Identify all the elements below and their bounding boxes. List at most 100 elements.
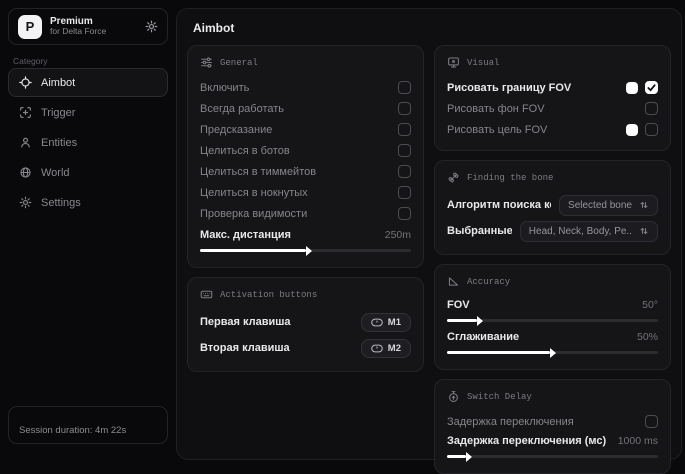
check-icon — [647, 83, 656, 92]
sidebar-item-label: Entities — [41, 137, 77, 149]
panel-general: General Включить Всегда работать Предска… — [187, 45, 424, 268]
sidebar: P Premium for Delta Force Category — [0, 0, 176, 449]
toggle-row-prediction: Предсказание — [200, 119, 411, 140]
draw-fov-border-row: Рисовать границу FOV — [447, 77, 658, 98]
panel-visual: Visual Рисовать границу FOV Рисоват — [434, 45, 671, 151]
draw-fov-background-row: Рисовать фон FOV — [447, 98, 658, 119]
sidebar-item-label: Settings — [41, 197, 81, 209]
draw-fov-background-checkbox[interactable] — [645, 102, 658, 115]
toggle-row-visibility-check: Проверка видимости — [200, 203, 411, 224]
switch-delay-ms-row: Задержка переключения (мс) 1000 ms — [447, 432, 658, 450]
panel-general-title: General — [220, 58, 258, 68]
sidebar-item-label: Trigger — [41, 107, 75, 119]
sidebar-item-settings[interactable]: Settings — [8, 188, 168, 217]
brand-subtitle: for Delta Force — [50, 27, 106, 37]
sidebar-item-aimbot[interactable]: Aimbot — [8, 68, 168, 97]
toggle-row-target-knocked: Целиться в нокнутых — [200, 182, 411, 203]
panel-accuracy-header: Accuracy — [447, 275, 658, 288]
panel-visual-header: Visual — [447, 56, 658, 69]
second-key-button[interactable]: M2 — [361, 339, 411, 358]
up-down-arrows-icon — [639, 200, 649, 210]
panel-accuracy-title: Accuracy — [467, 277, 510, 287]
panel-finding-bone: Finding the bone Алгоритм поиска кости S… — [434, 160, 671, 255]
switch-delay-toggle-row: Задержка переключения — [447, 411, 658, 432]
session-duration-box: Session duration: 4m 22s — [8, 406, 168, 444]
panel-switch-delay: Switch Delay Задержка переключения Задер… — [434, 379, 671, 474]
sidebar-item-entities[interactable]: Entities — [8, 128, 168, 157]
left-column: General Включить Всегда работать Предска… — [187, 45, 424, 474]
bone-icon — [447, 171, 460, 184]
selected-bones-select[interactable]: Head, Neck, Body, Pe.. — [520, 221, 658, 242]
toggle-row-enable: Включить — [200, 77, 411, 98]
switch-delay-ms-value: 1000 ms — [618, 435, 658, 447]
gear-icon — [19, 196, 32, 209]
triangle-icon — [447, 275, 460, 288]
panel-switch-delay-header: Switch Delay — [447, 390, 658, 403]
toggle-row-target-teammates: Целиться в тиммейтов — [200, 161, 411, 182]
trigger-icon — [19, 106, 32, 119]
switch-delay-checkbox[interactable] — [645, 415, 658, 428]
fov-slider[interactable] — [447, 319, 658, 322]
max-distance-row: Макс. дистанция 250m — [200, 226, 411, 244]
draw-fov-target-row: Рисовать цель FOV — [447, 119, 658, 140]
panel-general-header: General — [200, 56, 411, 69]
panel-activation-header: Activation buttons — [200, 288, 411, 301]
second-key-row: Вторая клавиша M2 — [200, 335, 411, 361]
fov-target-color-swatch[interactable] — [626, 124, 638, 136]
entities-icon — [19, 136, 32, 149]
page-title: Aimbot — [193, 21, 665, 35]
enable-checkbox[interactable] — [398, 81, 411, 94]
sidebar-item-label: Aimbot — [41, 77, 75, 89]
sidebar-nav: Aimbot Trigger Entities — [8, 68, 168, 217]
target-bots-checkbox[interactable] — [398, 144, 411, 157]
bone-algorithm-select[interactable]: Selected bone — [559, 195, 658, 216]
prediction-checkbox[interactable] — [398, 123, 411, 136]
sidebar-item-world[interactable]: World — [8, 158, 168, 187]
app-logo: P — [18, 15, 42, 39]
visibility-check-checkbox[interactable] — [398, 207, 411, 220]
mouse-icon — [371, 344, 383, 353]
bone-algorithm-row: Алгоритм поиска кости Selected bone — [447, 192, 658, 218]
panel-finding-bone-header: Finding the bone — [447, 171, 658, 184]
fov-value: 50° — [642, 299, 658, 311]
category-label: Category — [13, 56, 48, 66]
monitor-icon — [447, 56, 460, 69]
sliders-icon — [200, 56, 213, 69]
panel-activation-title: Activation buttons — [220, 290, 317, 300]
smoothing-value: 50% — [637, 331, 658, 343]
smoothing-slider[interactable] — [447, 351, 658, 354]
panel-activation-buttons: Activation buttons Первая клавиша M1 Вто… — [187, 277, 424, 372]
max-distance-value: 250m — [385, 229, 411, 241]
timer-icon — [447, 390, 460, 403]
draw-fov-target-checkbox[interactable] — [645, 123, 658, 136]
brand-box: P Premium for Delta Force — [8, 8, 168, 45]
smoothing-row: Сглаживание 50% — [447, 328, 658, 346]
panel-switch-delay-title: Switch Delay — [467, 392, 532, 402]
session-duration-text: Session duration: 4m 22s — [19, 425, 126, 436]
first-key-row: Первая клавиша M1 — [200, 309, 411, 335]
crosshair-icon — [19, 76, 32, 89]
sidebar-item-trigger[interactable]: Trigger — [8, 98, 168, 127]
panel-accuracy: Accuracy FOV 50° Сглаживание 50% — [434, 264, 671, 370]
target-teammates-checkbox[interactable] — [398, 165, 411, 178]
toggle-row-always-work: Всегда работать — [200, 98, 411, 119]
app: { "sidebar": { "logo_letter": "P", "bran… — [0, 0, 685, 449]
always-work-checkbox[interactable] — [398, 102, 411, 115]
panel-visual-title: Visual — [467, 58, 499, 68]
keyboard-icon — [200, 288, 213, 301]
fov-border-color-swatch[interactable] — [626, 82, 638, 94]
toggle-row-target-bots: Целиться в ботов — [200, 140, 411, 161]
gear-icon[interactable] — [145, 20, 158, 33]
right-column: Visual Рисовать границу FOV Рисоват — [434, 45, 671, 474]
panel-finding-bone-title: Finding the bone — [467, 173, 553, 183]
up-down-arrows-icon — [639, 226, 649, 236]
target-knocked-checkbox[interactable] — [398, 186, 411, 199]
sidebar-item-label: World — [41, 167, 70, 179]
fov-row: FOV 50° — [447, 296, 658, 314]
max-distance-slider[interactable] — [200, 249, 411, 252]
first-key-button[interactable]: M1 — [361, 313, 411, 332]
main-card: Aimbot General Включить — [176, 8, 682, 460]
switch-delay-slider[interactable] — [447, 455, 658, 458]
draw-fov-border-checkbox[interactable] — [645, 81, 658, 94]
selected-bones-row: Выбранные кости Head, Neck, Body, Pe.. — [447, 218, 658, 244]
